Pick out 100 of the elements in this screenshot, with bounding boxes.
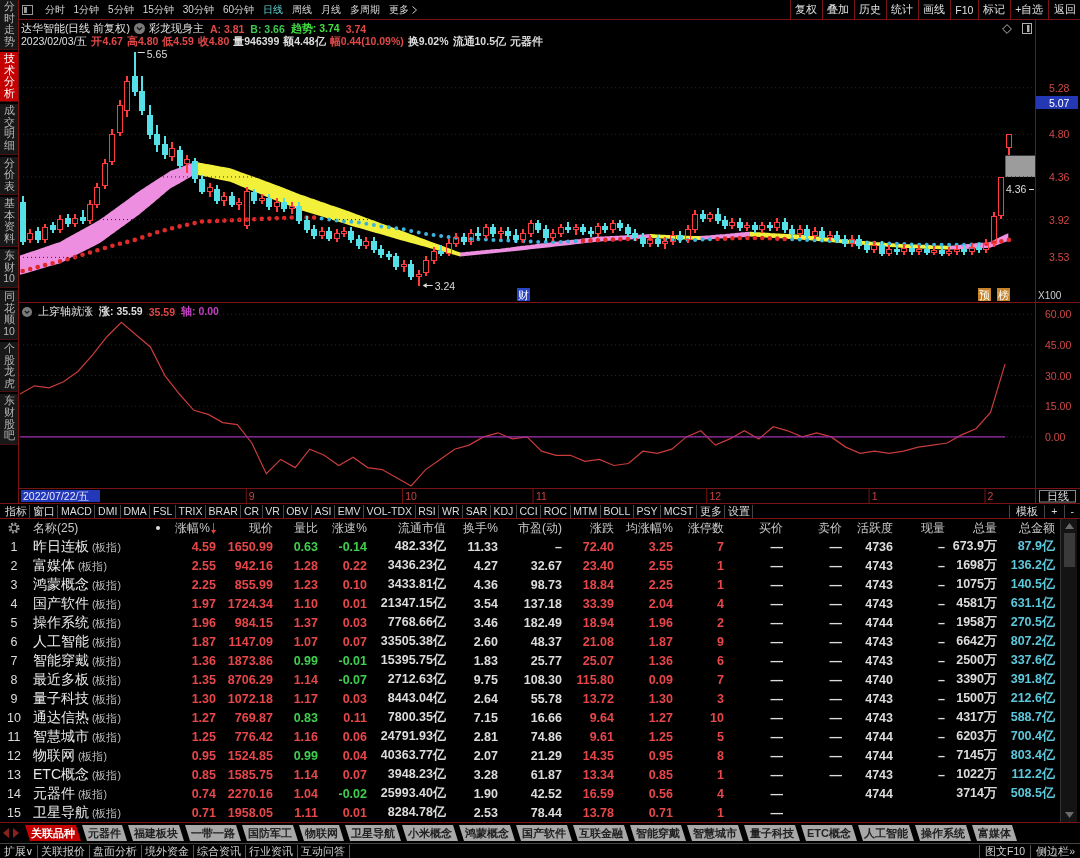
column-header[interactable]: 买价 bbox=[726, 519, 785, 537]
indicator-tab[interactable]: 指标 bbox=[2, 504, 31, 518]
more-menu-button[interactable]: 更多 bbox=[384, 0, 422, 19]
sector-tab[interactable]: ETC概念 bbox=[801, 825, 857, 841]
column-header[interactable]: 现量 bbox=[895, 519, 947, 537]
scrollbar[interactable] bbox=[1060, 519, 1077, 822]
remove-button[interactable]: - bbox=[1063, 504, 1080, 518]
tool-button[interactable]: 标记 bbox=[977, 0, 1010, 19]
sector-name[interactable]: ETC概念 bbox=[33, 765, 89, 784]
period-tab[interactable]: 5分钟 bbox=[103, 0, 139, 19]
indicator-tab[interactable]: DMI bbox=[95, 504, 121, 518]
sector-name[interactable]: 富媒体 bbox=[33, 556, 75, 575]
indicator-tab[interactable]: TRIX bbox=[175, 504, 206, 518]
side-tab[interactable]: 东财10 bbox=[0, 249, 18, 289]
sector-name[interactable]: 卫星导航 bbox=[33, 803, 89, 822]
period-tab[interactable]: 月线 bbox=[316, 0, 346, 19]
info-tab[interactable]: 关联报价 bbox=[37, 844, 90, 858]
indicator-tab[interactable]: SAR bbox=[463, 504, 491, 518]
indicator-tab[interactable]: BOLL bbox=[600, 504, 634, 518]
indicator-tab[interactable]: OBV bbox=[283, 504, 312, 518]
sector-tab[interactable]: 鸿蒙概念 bbox=[459, 825, 515, 841]
column-header[interactable]: 流通市值 bbox=[369, 519, 448, 537]
column-header[interactable]: 量比 bbox=[275, 519, 320, 537]
info-tab[interactable]: 侧边栏» bbox=[1030, 844, 1080, 858]
column-header[interactable]: 均涨幅% bbox=[616, 519, 675, 537]
column-header[interactable]: 换手% bbox=[448, 519, 500, 537]
indicator-tab[interactable]: EMV bbox=[335, 504, 364, 518]
side-tab[interactable]: 同花顺10 bbox=[0, 290, 18, 341]
sector-name[interactable]: 操作系统 bbox=[33, 613, 89, 632]
tool-button[interactable]: 统计 bbox=[885, 0, 918, 19]
sector-tab[interactable]: 互联金融 bbox=[573, 825, 629, 841]
sector-tab[interactable]: 物联网 bbox=[299, 825, 344, 841]
indicator-tab[interactable]: VR bbox=[262, 504, 284, 518]
info-tab[interactable]: 图文F10 bbox=[979, 844, 1031, 858]
sector-name[interactable]: 量子科技 bbox=[33, 689, 89, 708]
indicator-tab[interactable]: MCST bbox=[661, 504, 697, 518]
indicator-tab[interactable]: ASI bbox=[311, 504, 336, 518]
sector-tab[interactable]: 一带一路 bbox=[185, 825, 241, 841]
period-tab[interactable]: 60分钟 bbox=[218, 0, 259, 19]
column-header[interactable]: 涨速% bbox=[320, 519, 369, 537]
indicator-tab[interactable]: BRAR bbox=[206, 504, 242, 518]
indicator-tab[interactable]: ROC bbox=[541, 504, 571, 518]
sector-name[interactable]: 国产软件 bbox=[33, 594, 89, 613]
sector-tab[interactable]: 智能穿戴 bbox=[630, 825, 686, 841]
tool-button[interactable]: 画线 bbox=[917, 0, 950, 19]
info-tab[interactable]: 行业资讯 bbox=[245, 844, 298, 858]
scroll-up-icon[interactable] bbox=[1064, 523, 1074, 529]
period-tab[interactable]: 15分钟 bbox=[138, 0, 179, 19]
period-tab[interactable]: 日线 bbox=[258, 0, 288, 19]
indicator-tab[interactable]: RSI bbox=[415, 504, 440, 518]
sector-tab[interactable]: 量子科技 bbox=[744, 825, 800, 841]
side-tab[interactable]: 个股龙虎 bbox=[0, 342, 18, 393]
column-header[interactable]: 涨跌 bbox=[564, 519, 616, 537]
indicator-tab[interactable]: PSY bbox=[633, 504, 662, 518]
sector-name[interactable]: 智能穿戴 bbox=[33, 651, 89, 670]
side-tab[interactable]: 技术分析 bbox=[0, 52, 18, 103]
period-tab[interactable]: 多周期 bbox=[345, 0, 385, 19]
info-tab[interactable]: 境外资金 bbox=[141, 844, 194, 858]
template-button[interactable]: 模板 bbox=[1009, 504, 1045, 518]
sector-name[interactable]: 元器件 bbox=[33, 784, 75, 803]
sector-tab[interactable]: 人工智能 bbox=[858, 825, 914, 841]
sector-name[interactable]: 物联网 bbox=[33, 746, 75, 765]
sector-tab[interactable]: 元器件 bbox=[82, 825, 127, 841]
dropdown-icon[interactable] bbox=[22, 307, 32, 317]
period-tab[interactable]: 周线 bbox=[287, 0, 317, 19]
sector-tab[interactable]: 福建板块 bbox=[128, 825, 184, 841]
sector-name[interactable]: 通达信热 bbox=[33, 708, 89, 727]
column-header[interactable]: 活跃度 bbox=[844, 519, 895, 537]
sidebar-toggle-icon[interactable] bbox=[22, 4, 33, 15]
column-header[interactable]: 涨停数 bbox=[675, 519, 726, 537]
indicator-tab[interactable]: 窗口 bbox=[30, 504, 59, 518]
info-tab[interactable]: 互动问答 bbox=[297, 844, 350, 858]
indicator-tab[interactable]: DMA bbox=[120, 504, 151, 518]
indicator-tab[interactable]: FSL bbox=[150, 504, 176, 518]
sector-tab[interactable]: 操作系统 bbox=[915, 825, 971, 841]
sector-tab[interactable]: 智慧城市 bbox=[687, 825, 743, 841]
side-tab[interactable]: 分价表 bbox=[0, 156, 18, 196]
column-header[interactable]: 总量 bbox=[947, 519, 999, 537]
side-tab[interactable]: 基本资料 bbox=[0, 197, 18, 248]
sector-name[interactable]: 最近多板 bbox=[33, 670, 89, 689]
info-tab[interactable]: 盘面分析 bbox=[89, 844, 142, 858]
settings-icon[interactable] bbox=[8, 522, 20, 534]
side-tab[interactable]: 成交明细 bbox=[0, 104, 18, 155]
scroll-arrows-icon[interactable] bbox=[3, 828, 19, 838]
add-button[interactable]: + bbox=[1044, 504, 1064, 518]
indicator-tab[interactable]: WR bbox=[439, 504, 464, 518]
side-tab[interactable]: 东财股吧 bbox=[0, 394, 18, 445]
panel-toggle-icon[interactable] bbox=[1022, 23, 1032, 35]
indicator-tab[interactable]: KDJ bbox=[490, 504, 517, 518]
sector-tab[interactable]: 卫星导航 bbox=[345, 825, 401, 841]
dropdown-icon[interactable] bbox=[133, 23, 145, 35]
sector-name[interactable]: 人工智能 bbox=[33, 632, 89, 651]
scrollbar-thumb[interactable] bbox=[1063, 533, 1075, 567]
sector-name[interactable]: 昨日连板 bbox=[33, 537, 89, 556]
side-tab[interactable]: 分时走势 bbox=[0, 0, 18, 51]
indicator-tab[interactable]: 更多 bbox=[697, 504, 726, 518]
indicator-tab[interactable]: CR bbox=[241, 504, 263, 518]
column-header[interactable]: 涨幅% bbox=[165, 519, 218, 537]
sector-name[interactable]: 智慧城市 bbox=[33, 727, 89, 746]
indicator-tab[interactable]: MTM bbox=[570, 504, 601, 518]
